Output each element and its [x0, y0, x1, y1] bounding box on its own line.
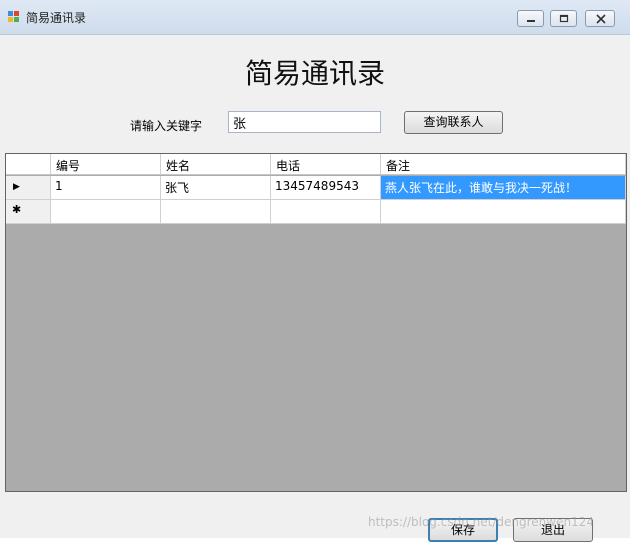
contacts-grid[interactable]: 编号 姓名 电话 备注 ▶ 1 张飞 13457489543 燕人张飞在此，谁敢…	[5, 153, 627, 492]
main-window: 简易通讯录 简易通讯录 请输入关键字 查询联系人 编号 姓名 电话 备注 ▶ 1…	[0, 0, 630, 542]
cell-phone[interactable]: 13457489543	[271, 176, 381, 200]
keyword-input[interactable]	[228, 111, 381, 133]
cell-id[interactable]	[51, 200, 161, 224]
app-icon	[8, 11, 20, 23]
cell-note[interactable]: 燕人张飞在此，谁敢与我决一死战！	[381, 176, 626, 200]
column-header-phone[interactable]: 电话	[271, 154, 381, 175]
new-row-asterisk-icon[interactable]: ✱	[6, 200, 51, 224]
title-bar[interactable]: 简易通讯录	[0, 0, 630, 35]
search-contact-button[interactable]: 查询联系人	[404, 111, 503, 134]
cell-note[interactable]	[381, 200, 626, 224]
corner-header[interactable]	[6, 154, 51, 175]
column-header-name[interactable]: 姓名	[161, 154, 271, 175]
cell-name[interactable]: 张飞	[161, 176, 271, 200]
table-row[interactable]: ▶ 1 张飞 13457489543 燕人张飞在此，谁敢与我决一死战！	[6, 176, 626, 200]
window-title: 简易通讯录	[26, 11, 87, 25]
cell-phone[interactable]	[271, 200, 381, 224]
cell-name[interactable]	[161, 200, 271, 224]
column-header-note[interactable]: 备注	[381, 154, 626, 175]
close-icon[interactable]	[585, 10, 615, 27]
row-indicator-icon[interactable]: ▶	[6, 176, 51, 200]
watermark-text: https://blog.csdn.net/dengrenwen124	[368, 515, 594, 529]
column-header-id[interactable]: 编号	[51, 154, 161, 175]
cell-id[interactable]: 1	[51, 176, 161, 200]
table-row-new[interactable]: ✱	[6, 200, 626, 224]
grid-header-row: 编号 姓名 电话 备注	[6, 154, 626, 178]
maximize-icon[interactable]	[550, 10, 577, 27]
minimize-icon[interactable]	[517, 10, 544, 27]
keyword-label: 请输入关键字	[130, 119, 203, 133]
page-title: 简易通讯录	[244, 57, 385, 90]
